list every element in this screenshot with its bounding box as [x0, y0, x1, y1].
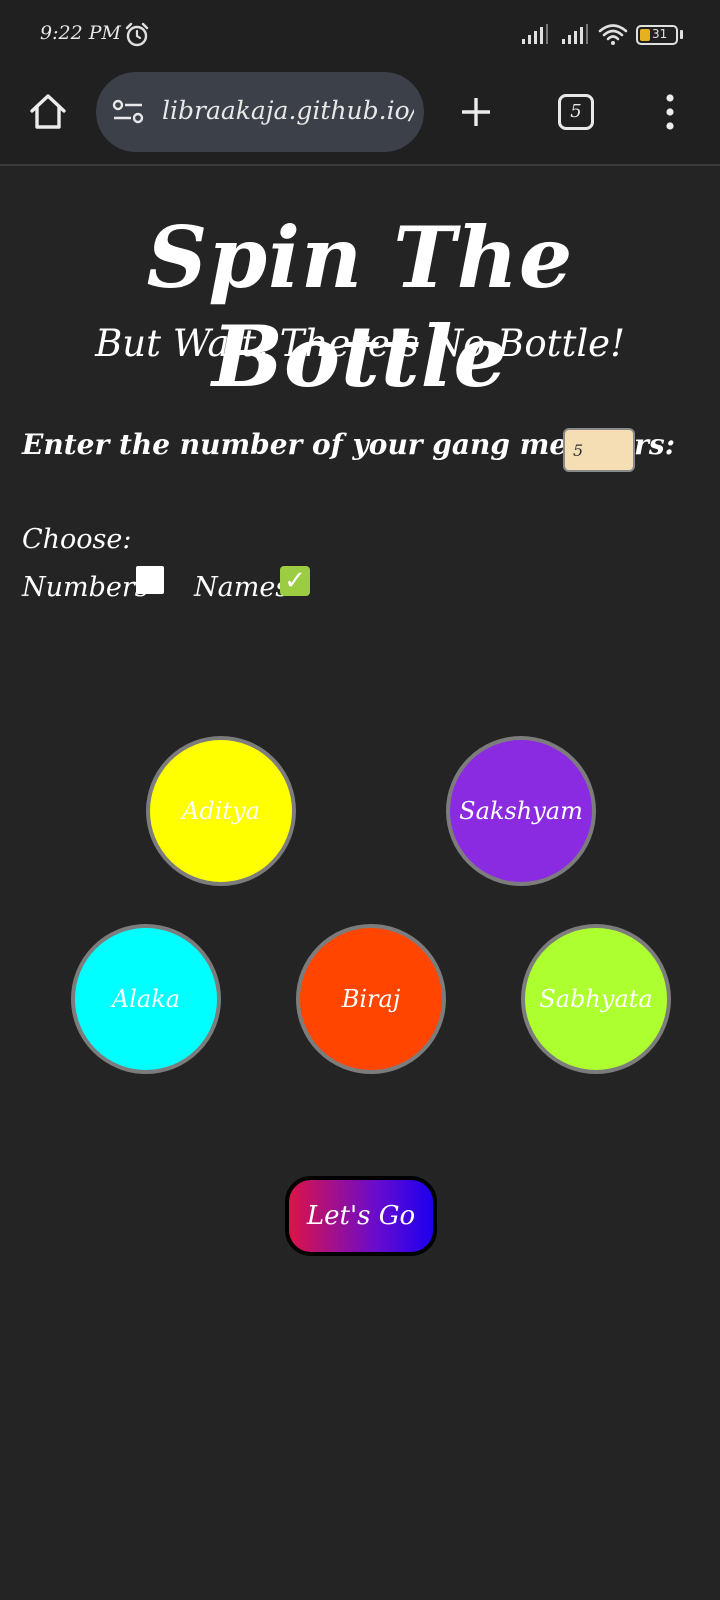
member-circle[interactable]: Biraj [296, 924, 446, 1074]
names-option-label: Names [194, 572, 290, 603]
members-count-input[interactable] [563, 428, 635, 472]
url-text[interactable]: libraakaja.github.io/: [162, 96, 414, 125]
plus-icon[interactable] [456, 92, 496, 132]
battery-fill [640, 29, 650, 41]
tab-switcher-button[interactable]: 5 [558, 94, 594, 130]
member-name: Biraj [341, 985, 401, 1013]
page-title: Spin The Bottle [146, 208, 574, 406]
member-circle[interactable]: Sabhyata [521, 924, 671, 1074]
member-circle[interactable]: Aditya [146, 736, 296, 886]
address-bar[interactable]: libraakaja.github.io/: [96, 72, 424, 152]
status-bar: 9:22 PM 31 [0, 0, 720, 68]
member-circle[interactable]: Sakshyam [446, 736, 596, 886]
numbers-option-label: Numbers [22, 572, 149, 603]
choose-label: Choose: [22, 524, 132, 555]
home-icon[interactable] [26, 90, 70, 134]
signal-icon [522, 24, 548, 44]
alarm-icon [125, 22, 149, 47]
names-checkbox[interactable]: ✓ [280, 566, 310, 596]
member-name: Sabhyata [539, 985, 653, 1013]
battery-tip [680, 30, 683, 39]
lets-go-button[interactable]: Let's Go [285, 1176, 437, 1256]
more-vert-icon[interactable] [658, 90, 682, 134]
wifi-icon [598, 24, 628, 45]
member-name: Alaka [111, 985, 181, 1013]
page-subtitle: But Wait, There's No Bottle! [95, 322, 625, 365]
battery-level: 31 [652, 27, 668, 41]
numbers-checkbox[interactable] [136, 566, 164, 594]
site-settings-icon[interactable] [112, 98, 144, 126]
status-time: 9:22 PM [40, 22, 121, 44]
battery-icon: 31 [636, 25, 678, 45]
signal-icon [562, 24, 588, 44]
member-name: Aditya [182, 797, 260, 825]
member-name: Sakshyam [459, 797, 583, 825]
browser-toolbar: libraakaja.github.io/: 5 [0, 68, 720, 166]
member-circle[interactable]: Alaka [71, 924, 221, 1074]
